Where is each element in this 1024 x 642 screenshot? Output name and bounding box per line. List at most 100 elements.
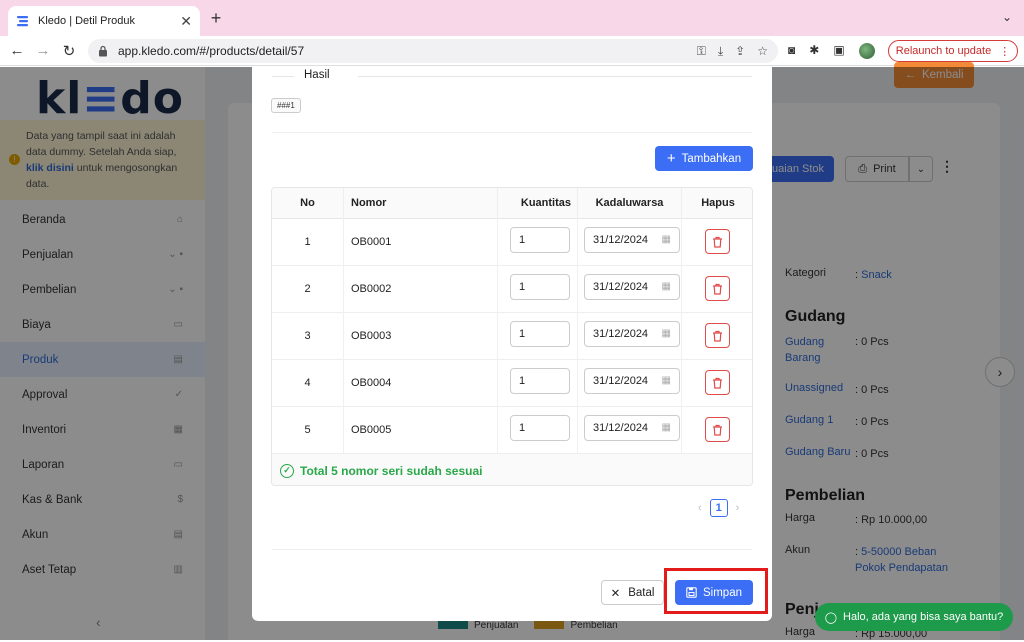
page-1-button[interactable]: 1: [709, 499, 728, 517]
quantity-input[interactable]: 1: [510, 368, 570, 394]
back-arrow-icon[interactable]: ←: [4, 42, 30, 59]
save-button[interactable]: Simpan: [675, 580, 753, 605]
new-tab-icon[interactable]: +: [206, 8, 226, 28]
header-no: No: [272, 188, 344, 219]
sidepanel-icon[interactable]: ▣: [833, 43, 844, 59]
row-no: 3: [272, 313, 344, 360]
trash-icon: [713, 424, 722, 436]
serial-number-modal: Hasil ###1 + Tambahkan No Nomor Kuantitas…: [252, 67, 772, 621]
calendar-icon: ▦: [661, 234, 671, 245]
chat-label: Halo, ada yang bisa saya bantu?: [843, 611, 1004, 623]
relaunch-label: Relaunch to update: [895, 45, 992, 57]
expiry-date-value: 31/12/2024: [593, 422, 649, 434]
summary-text: Total 5 nomor seri sudah sesuai: [300, 463, 483, 478]
share-icon[interactable]: ⇪: [735, 44, 745, 59]
pagination: ‹ 1 ›: [698, 499, 739, 517]
profile-avatar[interactable]: [858, 43, 875, 59]
tab-search-chevron-icon[interactable]: ⌄: [1002, 10, 1012, 24]
row-nomor: OB0001: [344, 219, 498, 266]
tab-close-icon[interactable]: ✕: [180, 13, 192, 30]
expiry-date-input[interactable]: 31/12/2024 ▦: [584, 274, 680, 300]
row-no: 2: [272, 266, 344, 313]
address-bar[interactable]: app.kledo.com/#/products/detail/57 ⚿ ⤓ ⇪…: [88, 39, 778, 63]
trash-icon: [713, 377, 722, 389]
check-circle-icon: ✓: [280, 463, 294, 478]
header-kuantitas: Kuantitas: [498, 188, 578, 219]
relaunch-button[interactable]: Relaunch to update ⋮: [888, 40, 1018, 62]
save-icon: [686, 587, 697, 598]
expiry-date-input[interactable]: 31/12/2024 ▦: [584, 368, 680, 394]
delete-row-button[interactable]: [705, 417, 730, 442]
chat-support-button[interactable]: ◯ Halo, ada yang bisa saya bantu?: [815, 603, 1013, 631]
quantity-input[interactable]: 1: [510, 321, 570, 347]
browser-tab-bar: Kledo | Detil Produk ✕ + ⌄: [0, 0, 1024, 36]
reload-icon[interactable]: ↻: [56, 42, 82, 60]
expiry-date-input[interactable]: 31/12/2024 ▦: [584, 415, 680, 441]
trash-icon: [713, 283, 722, 295]
row-no: 1: [272, 219, 344, 266]
quantity-input[interactable]: 1: [510, 415, 570, 441]
delete-row-button[interactable]: [705, 229, 730, 254]
bookmark-star-icon[interactable]: ☆: [757, 44, 768, 59]
row-nomor: OB0004: [344, 360, 498, 407]
delete-row-button[interactable]: [705, 370, 730, 395]
expiry-date-input[interactable]: 31/12/2024 ▦: [584, 227, 680, 253]
row-nomor: OB0002: [344, 266, 498, 313]
calendar-icon: ▦: [661, 328, 671, 339]
serial-summary: ✓ Total 5 nomor seri sudah sesuai: [272, 454, 752, 485]
hasil-label: Hasil: [304, 69, 330, 81]
expiry-date-input[interactable]: 31/12/2024 ▦: [584, 321, 680, 347]
calendar-icon: ▦: [661, 375, 671, 386]
delete-row-button[interactable]: [705, 323, 730, 348]
row-no: 4: [272, 360, 344, 407]
browser-tab[interactable]: Kledo | Detil Produk ✕: [8, 6, 200, 36]
extensions-puzzle-icon[interactable]: ✱: [809, 43, 819, 59]
table-row: 3 OB0003 1 31/12/2024 ▦: [272, 313, 752, 360]
whatsapp-icon: ◯: [824, 611, 838, 624]
calendar-icon: ▦: [661, 422, 671, 433]
row-no: 5: [272, 407, 344, 454]
table-row: 4 OB0004 1 31/12/2024 ▦: [272, 360, 752, 407]
expiry-date-value: 31/12/2024: [593, 328, 649, 340]
row-nomor: OB0003: [344, 313, 498, 360]
tab-title: Kledo | Detil Produk: [38, 15, 136, 27]
next-page-icon[interactable]: ›: [736, 502, 740, 514]
header-kadaluwarsa: Kadaluwarsa: [578, 188, 682, 219]
table-row: 2 OB0002 1 31/12/2024 ▦: [272, 266, 752, 313]
key-icon[interactable]: ⚿: [697, 44, 706, 59]
serial-table: No Nomor Kuantitas Kadaluwarsa Hapus 1 O…: [271, 187, 753, 486]
cancel-label: Batal: [628, 586, 655, 599]
table-row: 5 OB0005 1 31/12/2024 ▦: [272, 407, 752, 454]
divider: [272, 549, 752, 550]
serial-format-chip: ###1: [271, 98, 301, 113]
close-icon: ✕: [610, 587, 621, 600]
header-nomor: Nomor: [344, 188, 498, 219]
row-nomor: OB0005: [344, 407, 498, 454]
divider: [272, 132, 752, 133]
quantity-input[interactable]: 1: [510, 274, 570, 300]
install-icon[interactable]: ⤓: [718, 44, 723, 59]
expiry-date-value: 31/12/2024: [593, 375, 649, 387]
trash-icon: [713, 236, 722, 248]
table-header: No Nomor Kuantitas Kadaluwarsa Hapus: [272, 188, 752, 219]
kebab-menu-icon: ⋮: [999, 45, 1011, 58]
camera-icon[interactable]: ◙: [788, 43, 795, 59]
trash-icon: [713, 330, 722, 342]
add-serial-button[interactable]: + Tambahkan: [655, 146, 753, 171]
table-row: 1 OB0001 1 31/12/2024 ▦: [272, 219, 752, 266]
save-label: Simpan: [703, 586, 742, 599]
plus-icon: +: [666, 150, 676, 167]
cancel-button[interactable]: ✕ Batal: [601, 580, 664, 605]
hasil-divider: Hasil: [272, 67, 752, 87]
url-text: app.kledo.com/#/products/detail/57: [118, 44, 305, 58]
add-serial-label: Tambahkan: [681, 152, 742, 165]
expiry-date-value: 31/12/2024: [593, 281, 649, 293]
forward-arrow-icon[interactable]: →: [30, 42, 56, 59]
lock-icon: [99, 45, 107, 57]
header-hapus: Hapus: [701, 197, 735, 209]
prev-page-icon[interactable]: ‹: [698, 502, 702, 514]
browser-toolbar: ← → ↻ app.kledo.com/#/products/detail/57…: [0, 36, 1024, 66]
quantity-input[interactable]: 1: [510, 227, 570, 253]
calendar-icon: ▦: [661, 281, 671, 292]
delete-row-button[interactable]: [705, 276, 730, 301]
